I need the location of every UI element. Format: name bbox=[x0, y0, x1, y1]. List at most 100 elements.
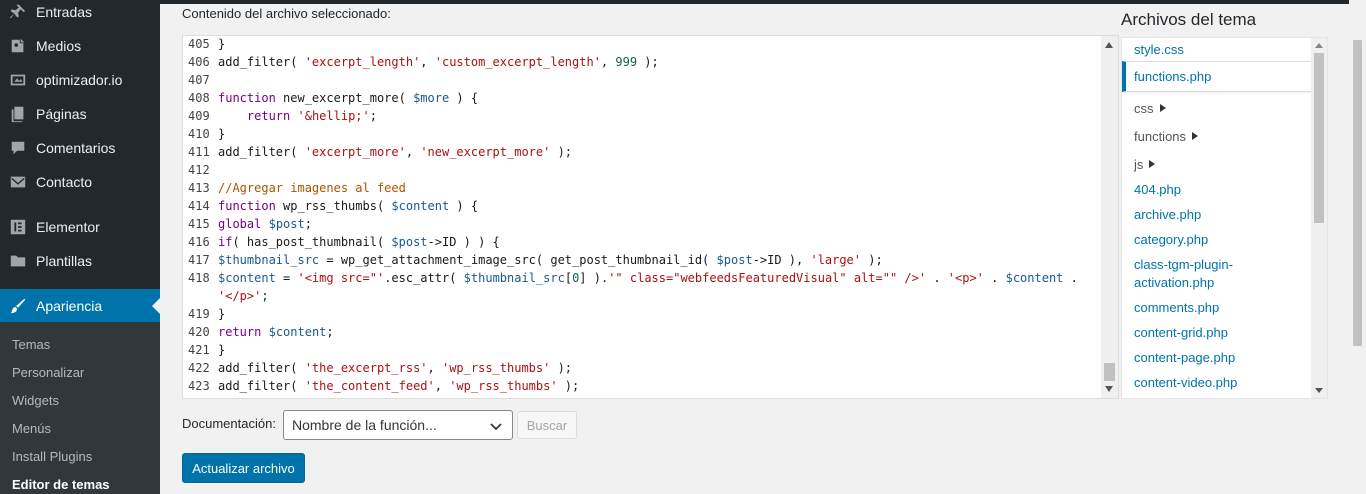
line-number: 420 bbox=[188, 325, 210, 339]
menu-item-optimizador[interactable]: optimizador.io bbox=[0, 63, 160, 97]
menu-item-elementor[interactable]: Elementor bbox=[0, 210, 160, 244]
theme-file-item[interactable]: comments.php bbox=[1134, 300, 1219, 315]
theme-file-item[interactable]: 404.php bbox=[1134, 182, 1181, 197]
line-number: 416 bbox=[188, 235, 210, 249]
theme-file-item[interactable]: content-page.php bbox=[1134, 350, 1235, 365]
menu-label: Plantillas bbox=[36, 253, 93, 269]
line-number: 417 bbox=[188, 253, 210, 267]
file-item-label: js bbox=[1134, 157, 1144, 172]
file-item-label: 404.php bbox=[1134, 182, 1181, 197]
menu-item-plantillas[interactable]: Plantillas bbox=[0, 244, 160, 278]
theme-file-item[interactable]: archive.php bbox=[1134, 207, 1201, 222]
line-number: 421 bbox=[188, 343, 210, 357]
line-number: 418 bbox=[188, 271, 210, 285]
menu-label: Comentarios bbox=[36, 140, 116, 156]
theme-files-title: Archivos del tema bbox=[1121, 10, 1257, 29]
scroll-down-arrow-icon[interactable] bbox=[1315, 388, 1323, 393]
scroll-down-arrow-icon[interactable] bbox=[1105, 386, 1113, 392]
submenu-widgets[interactable]: Widgets bbox=[12, 393, 59, 408]
line-number: 405 bbox=[188, 37, 210, 51]
function-name-select-value: Nombre de la función... bbox=[292, 417, 437, 433]
admin-top-bar bbox=[160, 0, 1366, 4]
menu-label: Apariencia bbox=[36, 298, 103, 314]
menu-label: Contacto bbox=[36, 174, 93, 190]
line-code: add_filter( 'the_content_feed', 'wp_rss_… bbox=[218, 379, 580, 393]
theme-file-item[interactable]: content-grid.php bbox=[1134, 325, 1228, 340]
theme-folder-item[interactable]: js bbox=[1134, 157, 1156, 172]
line-code: add_filter( 'the_excerpt_rss', 'wp_rss_t… bbox=[218, 361, 573, 375]
file-item-label: comments.php bbox=[1134, 300, 1220, 315]
theme-file-item[interactable]: content-video.php bbox=[1134, 375, 1237, 390]
file-item-label: content-grid.php bbox=[1134, 325, 1228, 340]
line-number: 407 bbox=[188, 73, 210, 87]
line-number: 411 bbox=[188, 145, 210, 159]
submenu-install-plugins[interactable]: Install Plugins bbox=[12, 449, 92, 464]
file-item-label: content-page.php bbox=[1134, 350, 1236, 365]
submenu-temas[interactable]: Temas bbox=[12, 337, 50, 352]
search-button[interactable]: Buscar bbox=[517, 411, 577, 439]
line-code: } bbox=[218, 127, 226, 141]
file-item-label: category.php bbox=[1134, 232, 1209, 247]
line-code: $thumbnail_src = wp_get_attachment_image… bbox=[218, 253, 883, 267]
scroll-up-arrow-icon[interactable] bbox=[1105, 42, 1113, 48]
files-scrollbar[interactable] bbox=[1311, 38, 1327, 398]
theme-folder-item[interactable]: functions bbox=[1134, 129, 1199, 144]
pushpin-icon bbox=[0, 3, 36, 21]
theme-file-item[interactable]: functions.php bbox=[1134, 69, 1211, 84]
menu-label: Medios bbox=[36, 38, 82, 54]
folder-icon bbox=[0, 252, 36, 270]
submenu-personalizar[interactable]: Personalizar bbox=[12, 365, 84, 380]
file-item-label: functions bbox=[1134, 129, 1187, 144]
optimizer-icon bbox=[0, 71, 36, 89]
menu-item-apariencia[interactable]: Apariencia bbox=[0, 289, 160, 323]
theme-folder-item[interactable]: css bbox=[1134, 101, 1166, 116]
line-code: } bbox=[218, 37, 226, 51]
theme-file-item[interactable]: activation.php bbox=[1134, 275, 1214, 290]
pages-icon bbox=[0, 105, 36, 123]
file-item-label: content-video.php bbox=[1134, 375, 1238, 390]
code-editor[interactable]: 405} 406 add_filter( 'excerpt_length', 'cu… bbox=[182, 35, 1119, 399]
line-number: 423 bbox=[188, 379, 210, 393]
line-number: 412 bbox=[188, 163, 210, 177]
editor-scrollbar[interactable] bbox=[1101, 36, 1118, 398]
line-code: function new_excerpt_more( $more ) { bbox=[218, 91, 479, 105]
line-number: 413 bbox=[188, 181, 210, 195]
caret-right-icon bbox=[1192, 132, 1199, 140]
page-scrollbar[interactable] bbox=[1349, 0, 1366, 494]
line-code: add_filter( 'excerpt_more', 'new_excerpt… bbox=[218, 145, 573, 159]
function-name-select[interactable]: Nombre de la función... bbox=[283, 410, 513, 440]
menu-item-medios[interactable]: Medios bbox=[0, 29, 160, 63]
line-code: //Agregar imagenes al feed bbox=[218, 181, 406, 195]
theme-file-item[interactable]: category.php bbox=[1134, 232, 1208, 247]
media-icon bbox=[0, 37, 36, 55]
line-number: 414 bbox=[188, 199, 210, 213]
page-scroll-thumb[interactable] bbox=[1353, 40, 1362, 346]
documentation-label: Documentación: bbox=[182, 416, 276, 431]
file-item-label: class-tgm-plugin- bbox=[1134, 257, 1233, 272]
scroll-up-arrow-icon[interactable] bbox=[1315, 43, 1323, 48]
menu-item-comentarios[interactable]: Comentarios bbox=[0, 131, 160, 165]
submenu-menus[interactable]: Menús bbox=[12, 421, 51, 436]
menu-label: Entradas bbox=[36, 4, 93, 20]
menu-item-entradas[interactable]: Entradas bbox=[0, 0, 160, 29]
line-number: 406 bbox=[188, 55, 210, 69]
line-code: global $post; bbox=[218, 217, 312, 231]
theme-file-item[interactable]: style.css bbox=[1134, 42, 1184, 57]
editor-scroll-thumb[interactable] bbox=[1104, 363, 1115, 381]
line-number: 415 bbox=[188, 217, 210, 231]
update-file-button[interactable]: Actualizar archivo bbox=[182, 453, 305, 483]
menu-item-contacto[interactable]: Contacto bbox=[0, 165, 160, 199]
line-number: 410 bbox=[188, 127, 210, 141]
theme-file-item[interactable]: class-tgm-plugin- bbox=[1134, 257, 1233, 272]
line-code: return $content; bbox=[218, 325, 334, 339]
line-number: 409 bbox=[188, 109, 210, 123]
file-item-label: archive.php bbox=[1134, 207, 1202, 222]
line-number: 422 bbox=[188, 361, 210, 375]
line-number: 419 bbox=[188, 307, 210, 321]
appearance-submenu: Temas Personalizar Widgets Menús Install… bbox=[0, 322, 160, 494]
admin-sidebar: Entradas Medios optimizador.io Páginas C… bbox=[0, 0, 160, 494]
files-scroll-thumb[interactable] bbox=[1314, 53, 1324, 223]
submenu-editor-de-temas[interactable]: Editor de temas bbox=[12, 477, 110, 492]
menu-item-paginas[interactable]: Páginas bbox=[0, 97, 160, 131]
file-item-label: style.css bbox=[1134, 42, 1184, 57]
